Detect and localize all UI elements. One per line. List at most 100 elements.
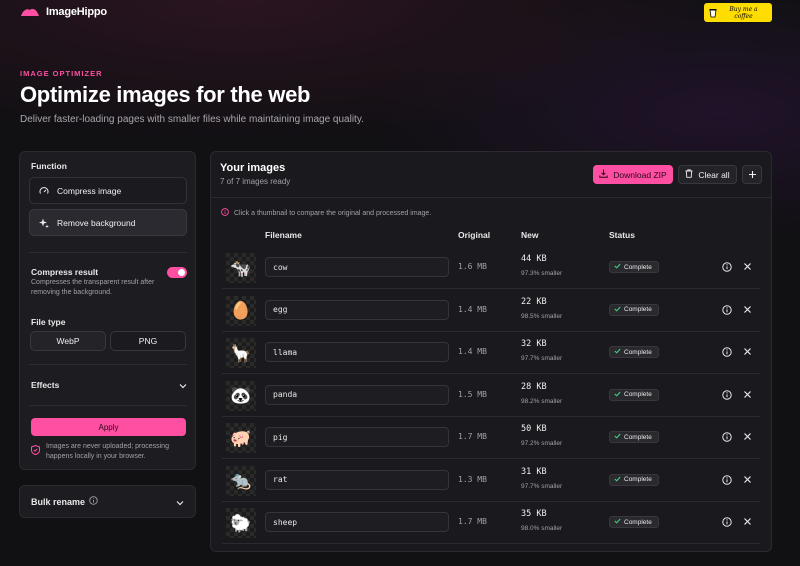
close-icon[interactable]: [743, 517, 752, 526]
info-icon[interactable]: [89, 496, 98, 507]
image-thumbnail[interactable]: 🐄: [226, 253, 256, 283]
image-preview: 🦙: [230, 343, 252, 363]
image-thumbnail[interactable]: 🥚: [226, 295, 256, 326]
status-badge: Complete: [609, 516, 659, 528]
image-preview: 🐼: [230, 386, 252, 405]
chevron-down-icon: [176, 493, 184, 511]
status-text: Complete: [624, 263, 652, 271]
info-icon[interactable]: [722, 389, 732, 400]
table-row: 🐄 1.6 MB 44 KB 97.3% smaller Complete: [222, 247, 760, 289]
image-thumbnail[interactable]: 🐀: [226, 465, 256, 496]
status-text: Complete: [624, 391, 652, 398]
brand[interactable]: ImageHippo: [20, 6, 107, 18]
table-row: 🐑 1.7 MB 35 KB 98.0% smaller Complete: [222, 502, 760, 544]
hippo-logo-icon: [20, 7, 40, 17]
image-thumbnail[interactable]: 🦙: [226, 338, 256, 368]
compress-image-button[interactable]: Compress image: [29, 177, 187, 204]
filename-input[interactable]: [265, 384, 449, 405]
divider: [29, 364, 187, 365]
size-reduction: 98.2% smaller: [521, 397, 563, 405]
compare-hint: Click a thumbnail to compare the origina…: [221, 208, 431, 218]
bulk-rename-label: Bulk rename: [31, 496, 86, 507]
shield-icon: [31, 442, 40, 462]
status-text: Complete: [624, 433, 652, 441]
page-eyebrow: IMAGE OPTIMIZER: [20, 69, 103, 78]
coffee-label: Buy me a coffee: [729, 5, 758, 20]
info-icon[interactable]: [722, 432, 732, 442]
images-ready-count: 7 of 7 images ready: [220, 177, 291, 186]
compress-result-toggle[interactable]: [167, 267, 187, 278]
top-bar: ImageHippo Buy me a coffee: [0, 0, 800, 28]
compare-hint-text: Click a thumbnail to compare the origina…: [234, 209, 432, 217]
close-icon[interactable]: [743, 347, 752, 356]
info-icon[interactable]: [722, 304, 732, 315]
add-images-button[interactable]: [742, 165, 762, 184]
status-text: Complete: [624, 306, 652, 313]
divider: [211, 197, 771, 198]
apply-button[interactable]: Apply: [31, 418, 186, 436]
image-thumbnail[interactable]: 🐖: [226, 423, 256, 453]
close-icon[interactable]: [743, 475, 752, 484]
check-icon: [614, 518, 621, 526]
filename-input[interactable]: [265, 512, 449, 532]
table-row: 🐼 1.5 MB 28 KB 98.2% smaller Complete: [222, 375, 760, 417]
remove-background-button[interactable]: Remove background: [29, 209, 187, 236]
image-preview: 🐑: [230, 513, 252, 533]
close-icon[interactable]: [743, 305, 752, 314]
images-panel-title: Your images: [220, 162, 286, 174]
images-panel: Your images 7 of 7 images ready Download…: [210, 151, 772, 552]
file-type-webp-button[interactable]: WebP: [30, 331, 106, 351]
new-size: 32 KB: [521, 339, 547, 349]
image-thumbnail[interactable]: 🐼: [226, 380, 256, 411]
info-icon[interactable]: [722, 347, 732, 357]
column-header-status: Status: [609, 230, 635, 240]
image-thumbnail[interactable]: 🐑: [226, 508, 256, 538]
status-badge: Complete: [609, 303, 659, 316]
clear-all-button[interactable]: Clear all: [678, 165, 737, 184]
close-icon[interactable]: [743, 390, 752, 399]
info-icon[interactable]: [722, 474, 732, 485]
original-size: 1.4 MB: [458, 304, 487, 314]
original-size: 1.7 MB: [458, 432, 487, 441]
effects-accordion[interactable]: Effects: [31, 379, 187, 391]
status-text: Complete: [624, 348, 652, 356]
chevron-down-icon: [179, 376, 187, 394]
status-badge: Complete: [609, 431, 659, 443]
column-header-original: Original: [458, 230, 491, 240]
filename-input[interactable]: [265, 427, 449, 447]
close-icon[interactable]: [743, 262, 752, 271]
close-icon[interactable]: [743, 432, 752, 441]
download-zip-button[interactable]: Download ZIP: [593, 165, 673, 184]
status-badge: Complete: [609, 346, 659, 358]
status-text: Complete: [624, 476, 652, 483]
status-text: Complete: [624, 518, 652, 526]
check-icon: [614, 306, 621, 314]
image-preview: 🐖: [230, 428, 252, 448]
check-icon: [614, 433, 621, 441]
info-icon[interactable]: [722, 262, 732, 272]
table-row: 🦙 1.4 MB 32 KB 97.7% smaller Complete: [222, 332, 760, 374]
trash-icon: [685, 169, 693, 180]
settings-panel: Function Compress image Remove backgroun…: [19, 151, 196, 470]
filename-input[interactable]: [265, 342, 449, 362]
image-preview: 🐄: [230, 258, 252, 278]
file-type-label: File type: [31, 317, 66, 327]
size-reduction: 98.5% smaller: [521, 312, 563, 320]
size-reduction: 97.2% smaller: [521, 440, 563, 447]
file-type-png-button[interactable]: PNG: [110, 331, 186, 351]
check-icon: [614, 263, 621, 271]
size-reduction: 98.0% smaller: [521, 525, 563, 532]
privacy-note: Images are never uploaded; processing ha…: [31, 442, 186, 462]
download-icon: [599, 169, 608, 180]
divider: [29, 405, 187, 406]
buy-me-a-coffee-button[interactable]: Buy me a coffee: [704, 3, 772, 22]
filename-input[interactable]: [265, 469, 449, 490]
info-icon[interactable]: [722, 517, 732, 527]
original-size: 1.7 MB: [458, 517, 487, 526]
check-icon: [614, 391, 621, 399]
filename-input[interactable]: [265, 257, 449, 277]
status-badge: Complete: [609, 261, 659, 273]
bulk-rename-accordion[interactable]: Bulk rename: [19, 485, 196, 518]
new-size: 35 KB: [521, 509, 547, 519]
filename-input[interactable]: [265, 299, 449, 320]
